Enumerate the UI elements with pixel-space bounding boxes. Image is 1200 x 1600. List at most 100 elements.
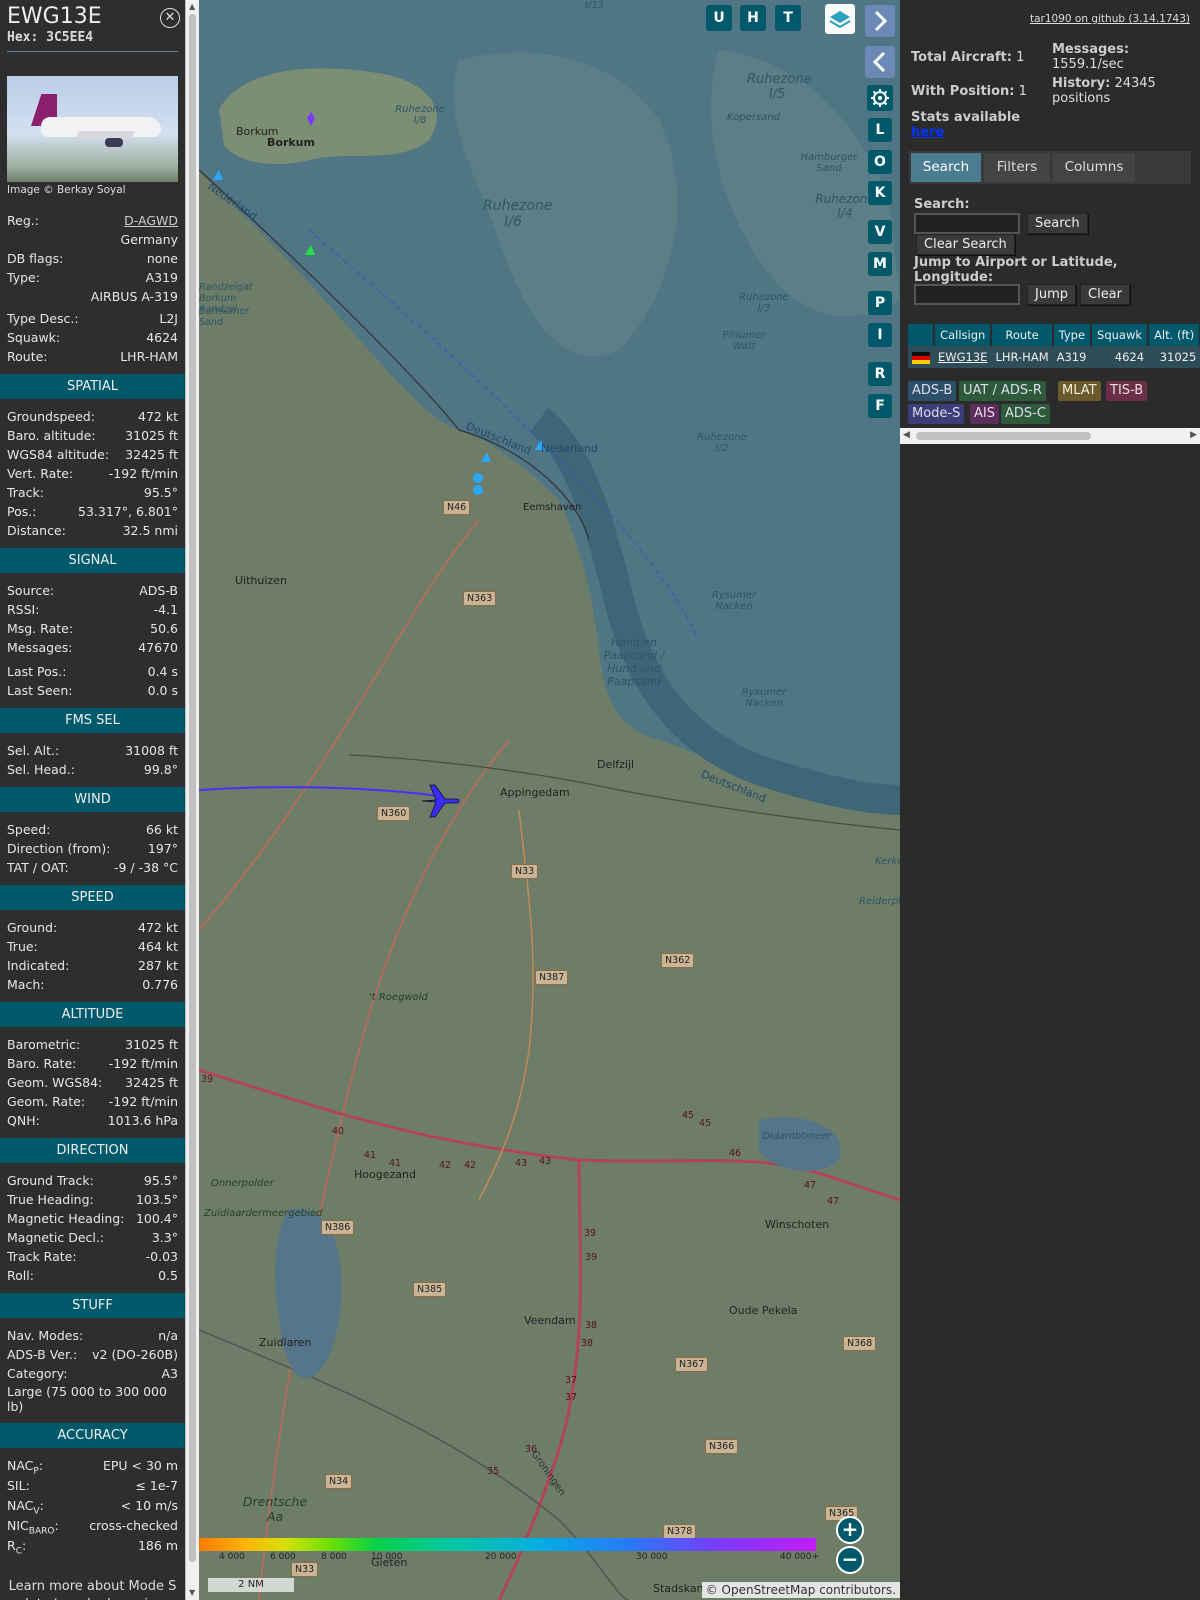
map-button-v[interactable]: V — [868, 220, 892, 244]
map-button-r[interactable]: R — [868, 362, 892, 386]
altitude-tick: 8 000 — [321, 1552, 347, 1562]
info-label: Indicated: — [7, 958, 70, 973]
search-input[interactable] — [914, 213, 1020, 234]
settings-button[interactable] — [867, 85, 893, 111]
jump-button[interactable]: Jump — [1027, 284, 1076, 305]
info-value: 32425 ft — [125, 1075, 178, 1090]
type-value: A319 — [145, 270, 178, 285]
scroll-down-icon[interactable]: ▼ — [189, 1588, 195, 1597]
info-label: Baro. Rate: — [7, 1056, 77, 1071]
tab-columns[interactable]: Columns — [1053, 153, 1135, 182]
map-view[interactable]: Borkum Borkum Nederland Uithuizen Eemsha… — [199, 0, 900, 1600]
total-aircraft-label: Total Aircraft: — [911, 50, 1012, 65]
map-button-l[interactable]: L — [868, 118, 892, 142]
table-row[interactable]: EWG13E LHR-HAM A319 4624 31025 — [908, 346, 1200, 368]
info-row: TAT / OAT: -9 / -38 °C — [0, 858, 185, 877]
expand-right-button[interactable] — [865, 5, 895, 37]
section-direction: DIRECTION — [0, 1138, 185, 1163]
map-button-f[interactable]: F — [868, 394, 892, 418]
scroll-right-icon[interactable]: ▶ — [1190, 430, 1197, 440]
selected-aircraft-icon[interactable] — [420, 780, 462, 822]
clear-jump-button[interactable]: Clear — [1080, 284, 1130, 305]
jump-label: Jump to Airport or Latitude, Longitude: — [914, 255, 1118, 285]
layers-button[interactable] — [825, 4, 855, 34]
aircraft-photo[interactable] — [7, 76, 178, 182]
table-header-type[interactable]: Type — [1052, 324, 1093, 346]
map-button-m[interactable]: M — [868, 252, 892, 276]
clear-search-button[interactable]: Clear Search — [916, 234, 1015, 255]
osm-link[interactable]: OpenStreetMap — [722, 1583, 816, 1597]
info-value: ADS-B — [139, 583, 178, 598]
stuff-group: Nav. Modes: n/a ADS-B Ver.: v2 (DO-260B) Cat… — [0, 1326, 185, 1383]
toggle-u-button[interactable]: U — [706, 5, 732, 31]
table-header-altitude[interactable]: Alt. (ft) — [1148, 324, 1200, 346]
table-header-callsign[interactable]: Callsign — [934, 324, 993, 346]
github-link[interactable]: tar1090 on github (3.14.1743) — [1030, 13, 1190, 25]
search-button[interactable]: Search — [1027, 213, 1088, 234]
info-panel-scrollbar[interactable]: ▲ ▼ — [185, 0, 200, 1600]
info-value: 32.5 nmi — [122, 523, 178, 538]
info-row: Last Pos.: 0.4 s — [0, 662, 185, 681]
table-header-squawk[interactable]: Squawk — [1091, 324, 1150, 346]
info-value: 0.4 s — [147, 664, 178, 679]
info-row-route: Route: LHR-HAM — [0, 347, 185, 366]
map-button-o[interactable]: O — [868, 150, 892, 174]
info-row: QNH: 1013.6 hPa — [0, 1111, 185, 1130]
toggle-h-button[interactable]: H — [740, 5, 766, 31]
altitude-color-legend — [199, 1538, 816, 1551]
info-row: Messages: 47670 — [0, 638, 185, 657]
info-row: Baro. altitude: 31025 ft — [0, 426, 185, 445]
info-label: Vert. Rate: — [7, 466, 74, 481]
registration-link[interactable]: D-AGWD — [124, 211, 178, 230]
info-label: QNH: — [7, 1113, 40, 1128]
info-label: Sel. Head.: — [7, 762, 75, 777]
info-row-squawk: Squawk: 4624 — [0, 328, 185, 347]
source-badge-ads-b: ADS-B — [908, 381, 957, 401]
accuracy-group: NACP: EPU < 30 m SIL: ≤ 1e-7 NACV: < 10 m/s NI… — [0, 1456, 185, 1557]
table-horizontal-scrollbar[interactable]: ◀ ▶ — [900, 428, 1200, 444]
scroll-thumb[interactable] — [189, 14, 196, 1562]
tab-search[interactable]: Search — [911, 153, 981, 182]
road-n46: N46 — [443, 500, 471, 515]
info-value: v2 (DO-260B) — [92, 1347, 178, 1362]
info-value: ≤ 1e-7 — [135, 1478, 178, 1493]
history-count: History: 24345 positions — [1052, 76, 1192, 106]
road-n378: N378 — [663, 1524, 697, 1539]
jump-input[interactable] — [914, 284, 1020, 305]
map-button-k[interactable]: K — [868, 181, 892, 205]
info-value: cross-checked — [89, 1518, 178, 1533]
hscroll-thumb[interactable] — [916, 432, 1091, 440]
scroll-left-icon[interactable]: ◀ — [903, 430, 910, 440]
info-value: 99.8° — [143, 762, 178, 777]
map-button-i[interactable]: I — [868, 323, 892, 347]
info-value: -192 ft/min — [108, 466, 178, 481]
aircraft-table: Callsign Route Type Squawk Alt. (ft) EWG… — [908, 324, 1200, 368]
table-header-route[interactable]: Route — [991, 324, 1054, 346]
tab-filters[interactable]: Filters — [984, 153, 1050, 182]
close-icon[interactable]: ✕ — [160, 8, 180, 28]
collapse-left-button[interactable] — [865, 46, 895, 78]
sea-pilsumer-watt: Pilsumer Watt — [722, 330, 766, 352]
toggle-t-button[interactable]: T — [775, 5, 801, 31]
info-value: -192 ft/min — [108, 1094, 178, 1109]
info-label: Ground Track: — [7, 1173, 94, 1188]
chevron-right-icon — [874, 10, 888, 32]
info-row: NICBARO: cross-checked — [0, 1516, 185, 1537]
row-callsign[interactable]: EWG13E — [934, 346, 992, 368]
stats-link[interactable]: here — [911, 125, 944, 140]
map-button-p[interactable]: P — [868, 291, 892, 315]
road-n33-south: N33 — [291, 1562, 319, 1577]
info-value: 66 kt — [145, 822, 178, 837]
info-label: NACP: — [7, 1458, 44, 1477]
scroll-up-icon[interactable]: ▲ — [189, 2, 195, 11]
section-speed: SPEED — [0, 885, 185, 910]
messages-label: Messages: — [1052, 42, 1130, 57]
exit-number: 38 — [585, 1320, 598, 1331]
info-label: Speed: — [7, 822, 51, 837]
aircraft-info-panel: EWG13E Hex: 3C5EE4 ✕ Image © Berkay Soya… — [0, 0, 185, 1600]
info-row: NACV: < 10 m/s — [0, 1496, 185, 1517]
zoom-in-button[interactable]: + — [836, 1516, 864, 1544]
zoom-out-button[interactable]: − — [836, 1546, 864, 1574]
altitude-group: Barometric: 31025 ft Baro. Rate: -192 ft/mi… — [0, 1035, 185, 1130]
info-value: -192 ft/min — [108, 1056, 178, 1071]
